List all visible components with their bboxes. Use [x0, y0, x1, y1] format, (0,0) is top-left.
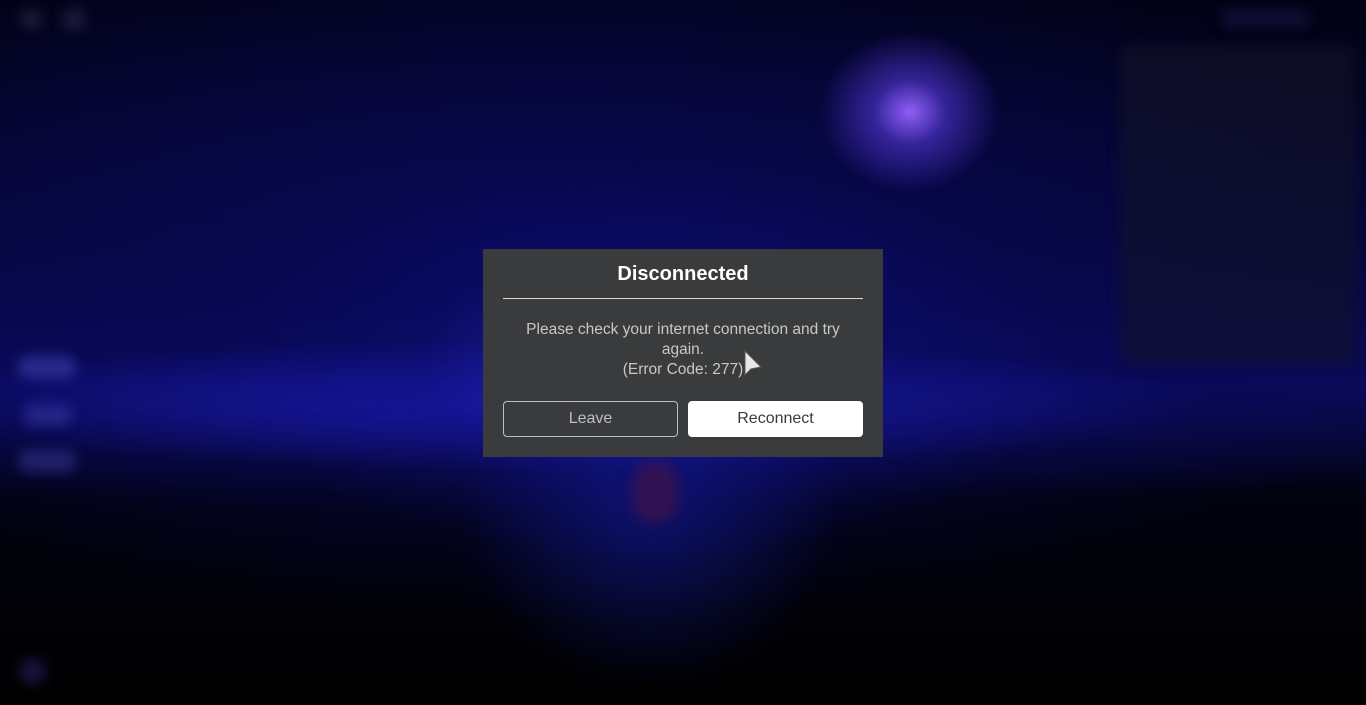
blurred-side-button [18, 450, 76, 472]
dialog-buttons: Leave Reconnect [503, 401, 863, 437]
blurred-character [632, 462, 678, 522]
blurred-corner-icon [20, 658, 46, 684]
leave-button[interactable]: Leave [503, 401, 678, 437]
title-divider [503, 298, 863, 299]
dialog-title: Disconnected [617, 263, 749, 285]
error-code: (Error Code: 277) [622, 361, 744, 378]
mouse-pointer-icon [744, 350, 763, 377]
blurred-menu-icon [20, 8, 42, 30]
blurred-player-list-panel [1120, 45, 1356, 365]
blurred-side-button [24, 404, 72, 426]
reconnect-button[interactable]: Reconnect [688, 401, 863, 437]
dialog-message: Please check your internet connection an… [503, 320, 863, 380]
blurred-leaderboard-header [1220, 8, 1310, 28]
disconnected-dialog: Disconnected Please check your internet … [483, 249, 883, 457]
error-description: Please check your internet connection an… [526, 321, 840, 358]
blurred-side-button [18, 356, 76, 378]
blurred-chat-icon [62, 8, 86, 30]
